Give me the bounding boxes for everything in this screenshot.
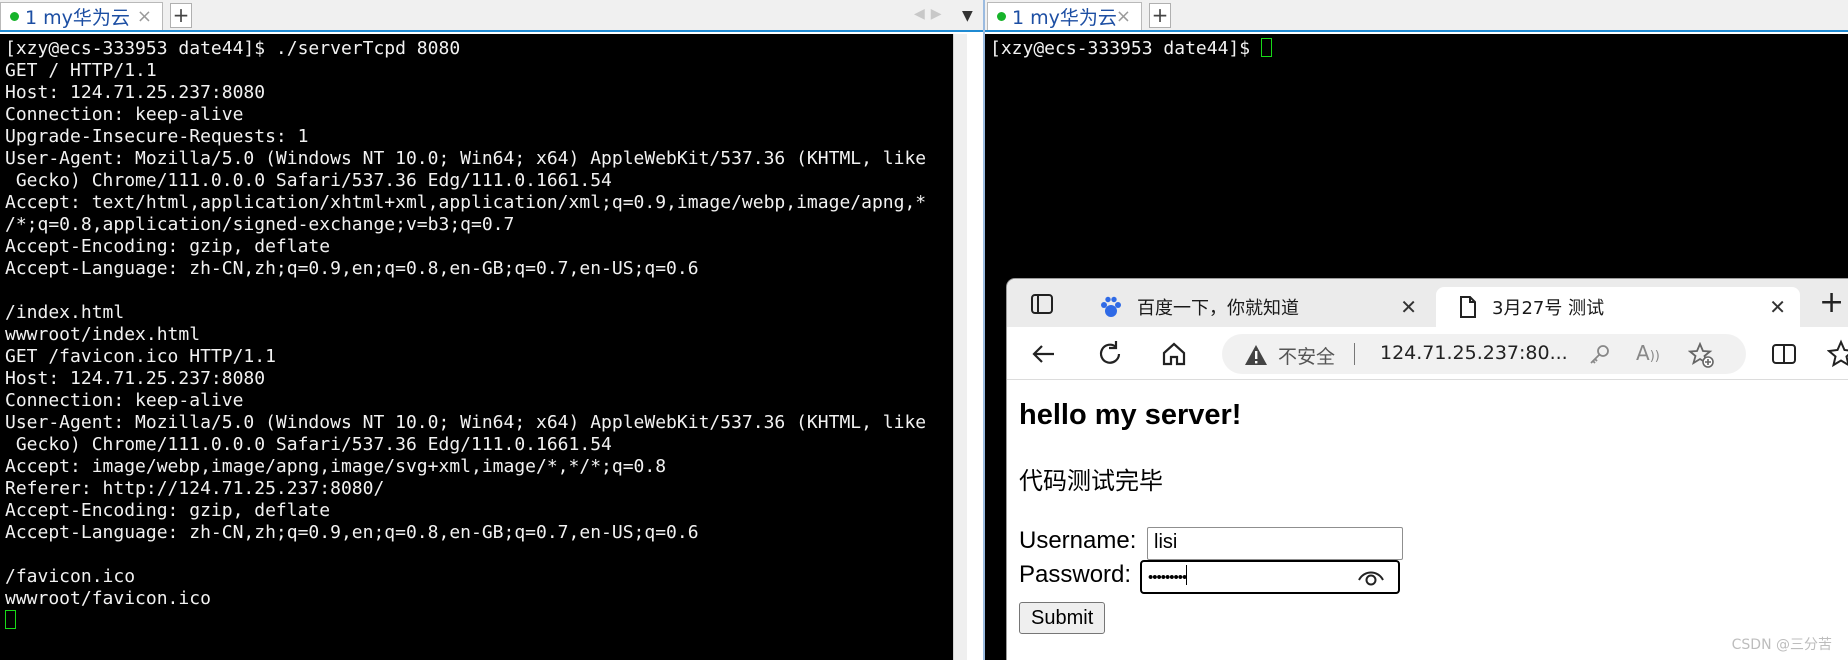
left-scrollbar[interactable] bbox=[953, 34, 967, 660]
close-icon[interactable]: ✕ bbox=[1400, 295, 1417, 319]
terminal-line: User-Agent: Mozilla/5.0 (Windows NT 10.0… bbox=[5, 412, 927, 433]
page-paragraph: 代码测试完毕 bbox=[1019, 468, 1163, 495]
favorite-star-icon[interactable] bbox=[1688, 342, 1714, 368]
browser-tab-bar: 百度一下，你就知道 ✕ 3月27号 测试 ✕ + bbox=[1007, 279, 1848, 327]
baidu-paw-icon bbox=[1101, 296, 1121, 317]
close-icon[interactable]: × bbox=[137, 6, 152, 27]
terminal-line: Referer: http://124.71.25.237:8080/ bbox=[5, 478, 385, 499]
left-session-tab[interactable]: 1 my华为云 × bbox=[0, 2, 163, 30]
split-screen-icon[interactable] bbox=[1769, 339, 1799, 369]
terminal-line: Gecko) Chrome/111.0.0.0 Safari/537.36 Ed… bbox=[5, 170, 612, 191]
new-tab-button[interactable]: + bbox=[1149, 3, 1171, 28]
url-text[interactable]: 124.71.25.237:80... bbox=[1380, 342, 1568, 364]
refresh-icon[interactable] bbox=[1095, 339, 1125, 369]
terminal-line: Accept: text/html,application/xhtml+xml,… bbox=[5, 192, 927, 213]
right-tab-bar: 1 my华为云 × + bbox=[985, 0, 1848, 32]
read-aloud-icon[interactable]: A)) bbox=[1636, 341, 1660, 365]
tab-scroll-arrows-icon[interactable]: ◀▶ bbox=[914, 6, 948, 22]
browser-tab-label: 百度一下，你就知道 bbox=[1137, 298, 1299, 319]
terminal-line: GET / HTTP/1.1 bbox=[5, 60, 157, 81]
text-caret bbox=[1186, 565, 1188, 585]
terminal-text: [xzy@ecs-333953 date44]$ bbox=[985, 34, 1848, 60]
terminal-line: Accept-Language: zh-CN,zh;q=0.9,en;q=0.8… bbox=[5, 258, 699, 279]
terminal-line: Gecko) Chrome/111.0.0.0 Safari/537.36 Ed… bbox=[5, 434, 612, 455]
terminal-line: Accept-Encoding: gzip, deflate bbox=[5, 236, 331, 257]
terminal-line: /*;q=0.8,application/signed-exchange;v=b… bbox=[5, 214, 515, 235]
chevron-down-icon[interactable]: ▼ bbox=[962, 8, 973, 24]
terminal-line: Host: 124.71.25.237:8080 bbox=[5, 368, 266, 389]
shell-prompt: [xzy@ecs-333953 date44]$ bbox=[990, 38, 1261, 59]
terminal-line: Connection: keep-alive bbox=[5, 104, 244, 125]
left-tab-bar: 1 my华为云 × + ◀▶ ▼ bbox=[0, 0, 983, 32]
browser-tab-baidu[interactable]: 百度一下，你就知道 ✕ bbox=[1081, 287, 1431, 327]
close-icon[interactable]: × bbox=[1116, 6, 1131, 27]
close-icon[interactable]: ✕ bbox=[1769, 295, 1786, 319]
connected-status-icon bbox=[997, 12, 1006, 21]
terminal-line: /index.html bbox=[5, 302, 125, 323]
browser-toolbar: 不安全 124.71.25.237:80... A)) bbox=[1007, 327, 1848, 380]
terminal-line: Connection: keep-alive bbox=[5, 390, 244, 411]
browser-tab-label: 3月27号 测试 bbox=[1492, 298, 1605, 319]
password-masked-value: ••••••••• bbox=[1148, 569, 1187, 586]
back-arrow-icon[interactable] bbox=[1029, 339, 1059, 369]
terminal-line: Accept-Encoding: gzip, deflate bbox=[5, 500, 331, 521]
terminal-line: Upgrade-Insecure-Requests: 1 bbox=[5, 126, 309, 147]
terminal-line: wwwroot/favicon.ico bbox=[5, 588, 211, 609]
reveal-password-eye-icon[interactable] bbox=[1358, 568, 1384, 586]
password-label: Password: bbox=[1019, 561, 1132, 588]
terminal-cursor bbox=[1260, 38, 1272, 57]
left-terminal-output[interactable]: [xzy@ecs-333953 date44]$ ./serverTcpd 80… bbox=[0, 34, 967, 660]
terminal-line: User-Agent: Mozilla/5.0 (Windows NT 10.0… bbox=[5, 148, 927, 169]
terminal-line: wwwroot/index.html bbox=[5, 324, 201, 345]
web-page-content: hello my server! 代码测试完毕 Username: lisi P… bbox=[1007, 381, 1848, 660]
right-session-tab[interactable]: 1 my华为云 × bbox=[987, 2, 1142, 30]
new-browser-tab-button[interactable]: + bbox=[1819, 285, 1844, 320]
terminal-cursor bbox=[5, 610, 16, 629]
home-icon[interactable] bbox=[1159, 339, 1189, 369]
password-field[interactable]: ••••••••• bbox=[1140, 560, 1400, 594]
terminal-line: [xzy@ecs-333953 date44]$ ./serverTcpd 80… bbox=[5, 38, 461, 59]
terminal-line: /favicon.ico bbox=[5, 566, 136, 587]
left-terminal-pane: 1 my华为云 × + ◀▶ ▼ [xzy@ecs-333953 date44]… bbox=[0, 0, 983, 660]
favorites-icon[interactable] bbox=[1827, 339, 1848, 369]
watermark-text: CSDN @三分苦 bbox=[1731, 637, 1832, 653]
terminal-text: [xzy@ecs-333953 date44]$ ./serverTcpd 80… bbox=[0, 34, 967, 632]
new-tab-button[interactable]: + bbox=[170, 3, 192, 28]
left-session-tab-label: 1 my华为云 bbox=[25, 7, 130, 29]
terminal-line: Host: 124.71.25.237:8080 bbox=[5, 82, 266, 103]
username-label: Username: bbox=[1019, 527, 1137, 554]
document-icon bbox=[1460, 296, 1476, 318]
key-icon[interactable] bbox=[1588, 344, 1610, 366]
tab-actions-icon[interactable] bbox=[1029, 291, 1055, 317]
terminal-line: Accept-Language: zh-CN,zh;q=0.9,en;q=0.8… bbox=[5, 522, 699, 543]
submit-button[interactable]: Submit bbox=[1019, 602, 1106, 634]
page-heading: hello my server! bbox=[1019, 399, 1242, 431]
warning-icon[interactable] bbox=[1244, 344, 1268, 366]
terminal-line: GET /favicon.ico HTTP/1.1 bbox=[5, 346, 276, 367]
username-field[interactable]: lisi bbox=[1147, 527, 1403, 560]
security-label[interactable]: 不安全 bbox=[1278, 342, 1335, 369]
address-divider bbox=[1354, 343, 1355, 365]
terminal-line: Accept: image/webp,image/apng,image/svg+… bbox=[5, 456, 667, 477]
browser-window: 百度一下，你就知道 ✕ 3月27号 测试 ✕ + 不安全 124.71.25.2… bbox=[1006, 278, 1848, 660]
address-bar[interactable]: 不安全 124.71.25.237:80... A)) bbox=[1222, 334, 1746, 374]
browser-tab-active[interactable]: 3月27号 测试 ✕ bbox=[1436, 287, 1800, 327]
right-session-tab-label: 1 my华为云 bbox=[1012, 7, 1117, 29]
connected-status-icon bbox=[10, 12, 19, 21]
